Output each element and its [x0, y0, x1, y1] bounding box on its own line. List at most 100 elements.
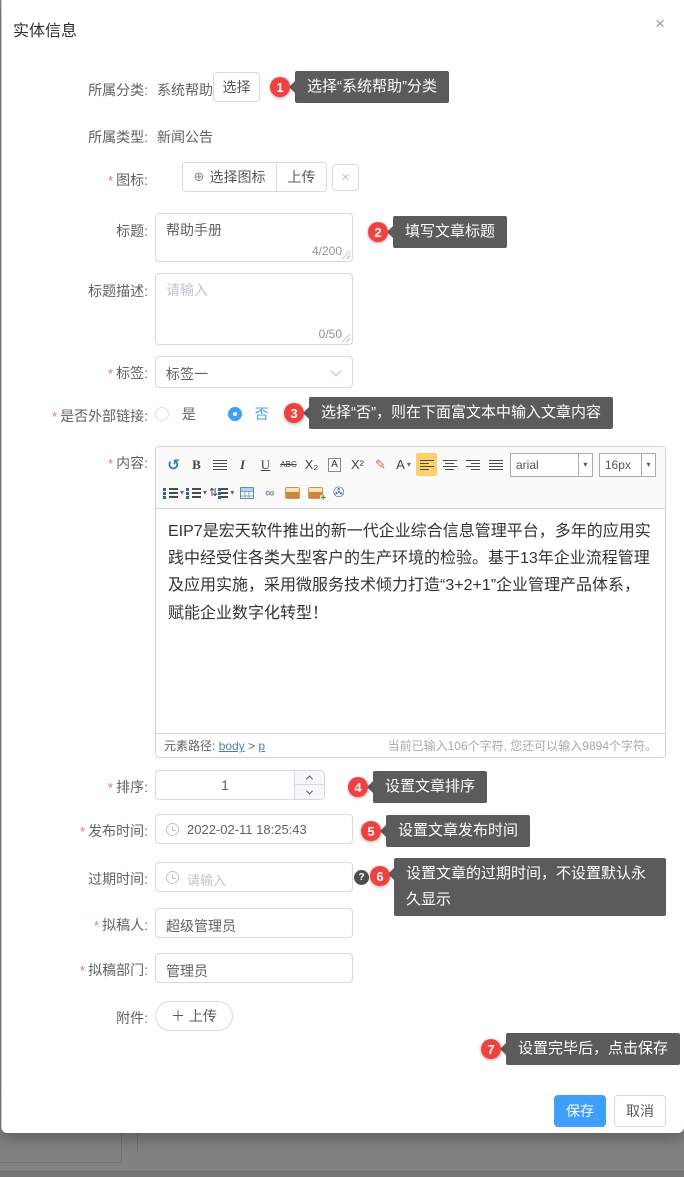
- caret-down-icon: ▾: [406, 460, 411, 469]
- radio-yes[interactable]: [155, 407, 169, 421]
- title-value: 帮助手册: [166, 222, 222, 238]
- bold-icon[interactable]: B: [186, 453, 207, 476]
- clock-icon: [166, 871, 179, 884]
- circle-plus-icon: ⊕: [193, 169, 205, 184]
- stepper-down-icon[interactable]: [295, 785, 324, 799]
- description-textarea[interactable]: 请输入 0/50: [155, 273, 353, 345]
- radio-yes-label[interactable]: 是: [182, 406, 196, 422]
- sort-input[interactable]: 1: [155, 770, 325, 800]
- align-right-icon[interactable]: [462, 453, 483, 476]
- category-select-button[interactable]: 选择: [213, 72, 260, 102]
- sort-label: * 排序:: [108, 779, 148, 795]
- type-value: 新闻公告: [157, 129, 213, 145]
- external-link-label: * 是否外部链接:: [52, 408, 148, 424]
- insert-image-icon[interactable]: [282, 481, 303, 504]
- clock-icon: [166, 823, 179, 836]
- icon-select-button[interactable]: ⊕ 选择图标: [182, 162, 277, 192]
- path-body-link[interactable]: body: [219, 739, 245, 753]
- caret-down-icon: ▾: [641, 453, 655, 476]
- sort-value: 1: [221, 777, 229, 793]
- tag-select[interactable]: 标签一: [155, 356, 353, 388]
- title-label: 标题:: [116, 223, 148, 239]
- element-path: 元素路径: body > p: [164, 739, 266, 753]
- font-family-value: arial: [516, 457, 539, 472]
- tag-label: * 标签:: [108, 365, 148, 381]
- close-icon[interactable]: ×: [655, 15, 665, 32]
- icon-label: * 图标:: [108, 172, 148, 188]
- ordered-list-icon[interactable]: ▾: [163, 481, 184, 504]
- external-link-radio-group: 是 否: [155, 404, 269, 424]
- draft-dept-value: 管理员: [166, 963, 208, 979]
- radio-no-label[interactable]: 否: [255, 406, 269, 422]
- publish-time-label: * 发布时间:: [80, 823, 148, 839]
- caret-down-icon: ▾: [577, 453, 592, 476]
- editor-content[interactable]: EIP7是宏天软件推出的新一代企业综合信息管理平台，多年的应用实践中经受住各类大…: [156, 509, 665, 733]
- draft-dept-input[interactable]: 管理员: [155, 953, 353, 983]
- dialog-title: 实体信息: [13, 23, 78, 40]
- font-family-select[interactable]: arial ▾: [510, 452, 593, 477]
- strikethrough-icon[interactable]: ABC: [278, 453, 299, 476]
- help-icon[interactable]: ?: [354, 870, 369, 885]
- tag-value: 标签一: [166, 366, 208, 382]
- step-tooltip-2: 填写文章标题: [386, 216, 508, 248]
- justify-icon[interactable]: [485, 453, 506, 476]
- drafter-input[interactable]: 超级管理员: [155, 908, 353, 938]
- attachment-upload-button[interactable]: ＋ 上传: [155, 1001, 233, 1031]
- background-bottom-bar: [0, 1171, 684, 1177]
- insert-table-icon[interactable]: [236, 481, 257, 504]
- attachment-icon[interactable]: ✇: [328, 481, 349, 504]
- font-color-icon[interactable]: A ▾: [393, 453, 414, 476]
- align-center-icon[interactable]: [439, 453, 460, 476]
- path-p-link[interactable]: p: [258, 739, 265, 753]
- cancel-button[interactable]: 取消: [614, 1095, 666, 1127]
- resize-handle-icon[interactable]: [341, 250, 350, 259]
- title-textarea[interactable]: 帮助手册 4/200: [155, 213, 353, 262]
- insert-link-icon[interactable]: ∞: [259, 481, 280, 504]
- underline-icon[interactable]: U: [255, 453, 276, 476]
- align-left-icon[interactable]: [416, 453, 437, 476]
- title-counter: 4/200: [311, 244, 342, 258]
- step-badge-4: 4: [348, 777, 368, 797]
- superscript-icon[interactable]: X²: [347, 453, 368, 476]
- step-tooltip-7: 设置完毕后，点击保存: [499, 1033, 681, 1065]
- char-count-status: 当前已输入106个字符, 您还可以输入9894个字符。: [387, 739, 657, 753]
- content-label: * 内容:: [108, 455, 148, 471]
- description-placeholder: 请输入: [166, 282, 208, 298]
- step-badge-3: 3: [284, 403, 304, 423]
- number-stepper: [294, 771, 324, 799]
- editor-toolbar: ↺ B I U ABC X₂ A X² ✎ A ▾ arial ▾ 16px ▾ ▾: [156, 447, 665, 509]
- radio-no[interactable]: [227, 407, 242, 421]
- icon-clear-button[interactable]: ×: [332, 164, 359, 191]
- draft-dept-label: * 拟稿部门:: [80, 962, 148, 978]
- undo-icon[interactable]: ↺: [163, 453, 184, 476]
- attachment-label: 附件:: [116, 1010, 148, 1026]
- editor-statusbar: 元素路径: body > p 当前已输入106个字符, 您还可以输入9894个字…: [156, 733, 665, 757]
- step-badge-6: 6: [370, 866, 390, 886]
- category-label: 所属分类:: [88, 82, 148, 98]
- category-value: 系统帮助: [157, 82, 213, 98]
- drafter-label: * 拟稿人:: [94, 917, 148, 933]
- font-size-value: 16px: [604, 457, 631, 472]
- step-badge-2: 2: [368, 222, 388, 242]
- publish-time-input[interactable]: 2022-02-11 18:25:43: [155, 814, 353, 844]
- line-height-icon[interactable]: ⇅ ▾: [209, 481, 234, 504]
- step-tooltip-1: 选择“系统帮助”分类: [289, 71, 449, 103]
- subscript-icon[interactable]: X₂: [301, 453, 322, 476]
- indent-icon[interactable]: [209, 453, 230, 476]
- type-label: 所属类型:: [88, 129, 148, 145]
- font-background-icon[interactable]: A: [324, 453, 345, 476]
- step-badge-5: 5: [361, 821, 381, 841]
- resize-handle-icon[interactable]: [341, 333, 350, 342]
- upload-image-icon[interactable]: [305, 481, 327, 504]
- expire-time-placeholder: 请输入: [187, 873, 227, 888]
- format-painter-icon[interactable]: ✎: [370, 453, 391, 476]
- icon-upload-button[interactable]: 上传: [276, 162, 327, 192]
- unordered-list-icon[interactable]: ▾: [186, 481, 207, 504]
- save-button[interactable]: 保存: [554, 1095, 606, 1127]
- step-tooltip-6: 设置文章的过期时间，不设置默认永久显示: [388, 858, 666, 916]
- expire-time-input[interactable]: 请输入: [155, 862, 353, 892]
- font-size-select[interactable]: 16px ▾: [598, 452, 656, 477]
- stepper-up-icon[interactable]: [295, 771, 324, 785]
- description-counter: 0/50: [318, 327, 342, 341]
- italic-icon[interactable]: I: [232, 453, 253, 476]
